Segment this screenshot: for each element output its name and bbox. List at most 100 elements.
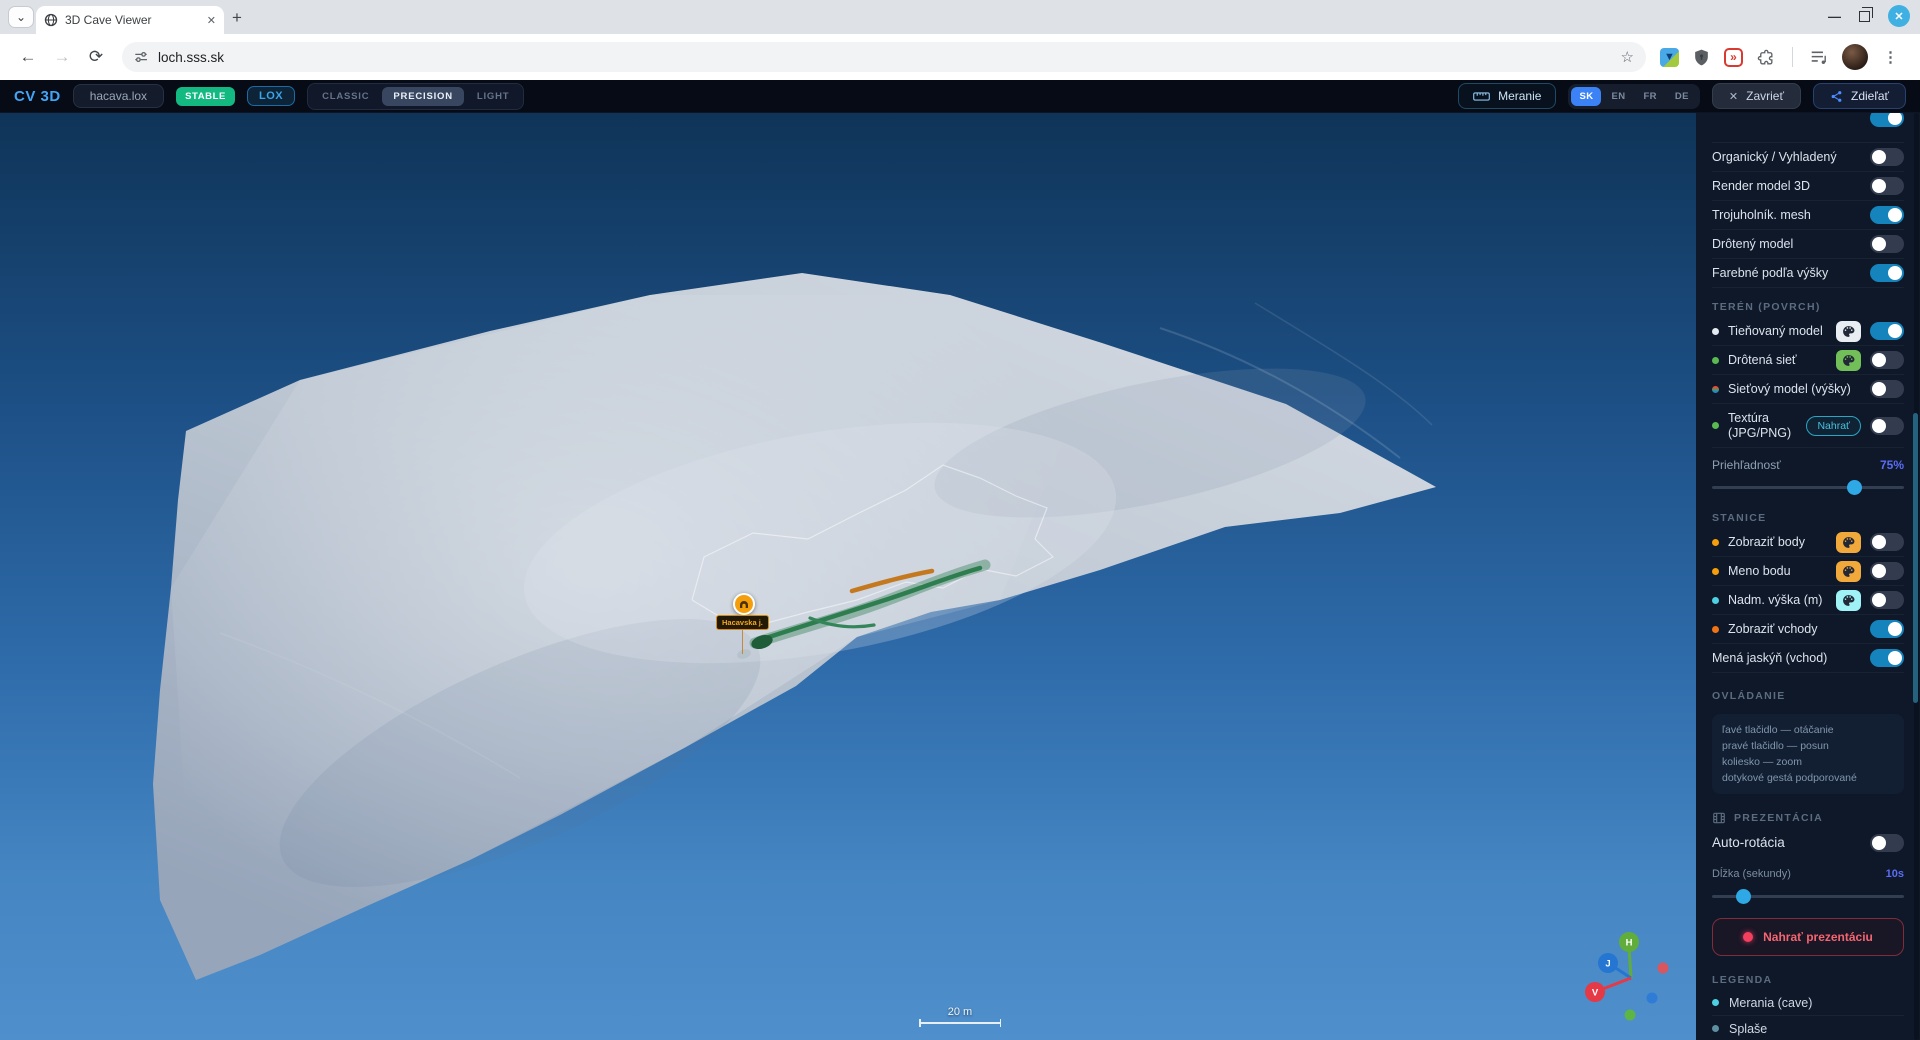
setting-row-render3d: Render model 3D bbox=[1712, 172, 1904, 201]
legend-item-merania: Merania (cave) bbox=[1712, 990, 1904, 1016]
close-viewer-button[interactable]: ✕ Zavrieť bbox=[1712, 83, 1801, 109]
reload-button[interactable]: ⟳ bbox=[82, 43, 110, 71]
measure-label: Meranie bbox=[1498, 89, 1541, 103]
opacity-value: 75% bbox=[1880, 458, 1904, 472]
sidebar-scrollbar[interactable] bbox=[1914, 113, 1919, 1040]
back-button[interactable]: ← bbox=[14, 43, 42, 71]
duration-slider[interactable] bbox=[1712, 886, 1904, 908]
chevron-down-icon: ⌄ bbox=[16, 11, 26, 23]
legend-bullet bbox=[1712, 1025, 1719, 1032]
section-teren: TERÉN (POVRCH) bbox=[1712, 297, 1904, 317]
browser-tabstrip: ⌄ 3D Cave Viewer ✕ + — ✕ bbox=[0, 0, 1920, 34]
setting-label: Organický / Vyhladený bbox=[1712, 150, 1861, 164]
opacity-slider[interactable] bbox=[1712, 477, 1904, 499]
slider-thumb[interactable] bbox=[1847, 480, 1862, 495]
mode-classic[interactable]: CLASSIC bbox=[311, 87, 380, 106]
orientation-gizmo[interactable]: H J V bbox=[1565, 908, 1697, 1033]
render-3d-toggle[interactable] bbox=[1870, 177, 1904, 195]
organic-toggle[interactable] bbox=[1870, 148, 1904, 166]
triangle-mesh-toggle[interactable] bbox=[1870, 206, 1904, 224]
lang-de[interactable]: DE bbox=[1667, 87, 1697, 106]
section-ovladanie: OVLÁDANIE bbox=[1712, 686, 1904, 706]
forward-button[interactable]: → bbox=[48, 43, 76, 71]
lang-en[interactable]: EN bbox=[1603, 87, 1633, 106]
downloader-extension-icon[interactable]: ▼ bbox=[1660, 48, 1679, 67]
mode-light[interactable]: LIGHT bbox=[466, 87, 521, 106]
setting-label: Sieťový model (výšky) bbox=[1728, 382, 1861, 396]
opacity-label: Priehľadnosť bbox=[1712, 458, 1781, 472]
upload-texture-button[interactable]: Nahrať bbox=[1806, 416, 1861, 436]
shaded-model-toggle[interactable] bbox=[1870, 322, 1904, 340]
tab-title: 3D Cave Viewer bbox=[65, 13, 200, 27]
palette-icon[interactable] bbox=[1836, 321, 1861, 342]
slider-track[interactable] bbox=[1712, 486, 1904, 489]
3d-viewport[interactable]: Hacavska j. 20 m H J V Organický / Vyhla… bbox=[0, 113, 1920, 1040]
marker-leader-line bbox=[742, 628, 743, 654]
legend-label: Merania (cave) bbox=[1729, 996, 1812, 1010]
row-bullet bbox=[1712, 422, 1719, 429]
cave-names-toggle[interactable] bbox=[1870, 649, 1904, 667]
record-dot-icon bbox=[1743, 932, 1753, 942]
setting-label: Textúra (JPG/PNG) bbox=[1728, 411, 1797, 440]
color-by-height-toggle[interactable] bbox=[1870, 264, 1904, 282]
height-mesh-toggle[interactable] bbox=[1870, 380, 1904, 398]
bookmark-star-icon[interactable]: ☆ bbox=[1621, 48, 1634, 66]
altitude-toggle[interactable] bbox=[1870, 591, 1904, 609]
shield-extension-icon[interactable] bbox=[1692, 48, 1711, 67]
fastforward-extension-icon[interactable]: » bbox=[1724, 48, 1743, 67]
clipped-top-row bbox=[1712, 113, 1904, 143]
show-points-toggle[interactable] bbox=[1870, 533, 1904, 551]
lang-sk[interactable]: SK bbox=[1571, 87, 1601, 106]
show-entrances-toggle[interactable] bbox=[1870, 620, 1904, 638]
settings-sidebar[interactable]: Organický / Vyhladený Render model 3D Tr… bbox=[1696, 113, 1920, 1040]
axis-negative-j-dot[interactable] bbox=[1647, 993, 1658, 1004]
slider-thumb[interactable] bbox=[1736, 889, 1751, 904]
autorotate-row: Auto-rotácia bbox=[1712, 828, 1904, 857]
cave-entrance-marker[interactable] bbox=[733, 593, 755, 615]
wire-mesh-toggle[interactable] bbox=[1870, 351, 1904, 369]
share-label: Zdieľať bbox=[1851, 89, 1889, 103]
cave-name-label[interactable]: Hacavska j. bbox=[716, 615, 769, 630]
measure-button[interactable]: Meranie bbox=[1458, 83, 1556, 109]
extensions-puzzle-icon[interactable] bbox=[1756, 48, 1775, 67]
palette-icon[interactable] bbox=[1836, 561, 1861, 582]
new-tab-button[interactable]: + bbox=[232, 8, 242, 28]
setting-label: Auto-rotácia bbox=[1712, 835, 1861, 851]
address-bar[interactable]: loch.sss.sk ☆ bbox=[122, 42, 1646, 72]
clipped-toggle[interactable] bbox=[1870, 113, 1904, 127]
lang-fr[interactable]: FR bbox=[1635, 87, 1664, 106]
texture-toggle[interactable] bbox=[1870, 417, 1904, 435]
window-close-button[interactable]: ✕ bbox=[1888, 5, 1910, 27]
setting-row-wireframe: Drôtený model bbox=[1712, 230, 1904, 259]
axis-h-label: H bbox=[1626, 938, 1633, 949]
palette-icon[interactable] bbox=[1836, 350, 1861, 371]
record-presentation-button[interactable]: Nahrať prezentáciu bbox=[1712, 918, 1904, 956]
playlist-icon[interactable] bbox=[1810, 48, 1829, 67]
site-settings-icon[interactable] bbox=[134, 50, 148, 64]
cave-entrance-icon bbox=[739, 600, 749, 609]
axis-negative-v-dot[interactable] bbox=[1658, 963, 1669, 974]
share-button[interactable]: Zdieľať bbox=[1813, 83, 1906, 109]
browser-menu-icon[interactable]: ⋮ bbox=[1881, 48, 1902, 66]
palette-icon[interactable] bbox=[1836, 590, 1861, 611]
minimize-button[interactable]: — bbox=[1828, 9, 1841, 24]
point-name-toggle[interactable] bbox=[1870, 562, 1904, 580]
terrain-model[interactable] bbox=[0, 113, 1920, 1040]
tab-close-icon[interactable]: ✕ bbox=[207, 14, 216, 27]
lox-button[interactable]: LOX bbox=[247, 86, 295, 106]
browser-tab[interactable]: 3D Cave Viewer ✕ bbox=[36, 6, 224, 34]
palette-icon[interactable] bbox=[1836, 532, 1861, 553]
maximize-button[interactable] bbox=[1859, 11, 1870, 22]
globe-favicon bbox=[44, 13, 58, 27]
sidebar-scrollbar-thumb[interactable] bbox=[1913, 413, 1918, 703]
axis-negative-h-dot[interactable] bbox=[1625, 1010, 1636, 1021]
setting-label: Render model 3D bbox=[1712, 179, 1861, 193]
url-text[interactable]: loch.sss.sk bbox=[158, 50, 1611, 65]
share-icon bbox=[1830, 90, 1843, 103]
tab-search-button[interactable]: ⌄ bbox=[8, 6, 34, 28]
wireframe-toggle[interactable] bbox=[1870, 235, 1904, 253]
mode-precision[interactable]: PRECISION bbox=[382, 87, 463, 106]
auto-rotate-toggle[interactable] bbox=[1870, 834, 1904, 852]
profile-avatar[interactable] bbox=[1842, 44, 1868, 70]
station-row-cavenames: Mená jaskýň (vchod) bbox=[1712, 644, 1904, 673]
